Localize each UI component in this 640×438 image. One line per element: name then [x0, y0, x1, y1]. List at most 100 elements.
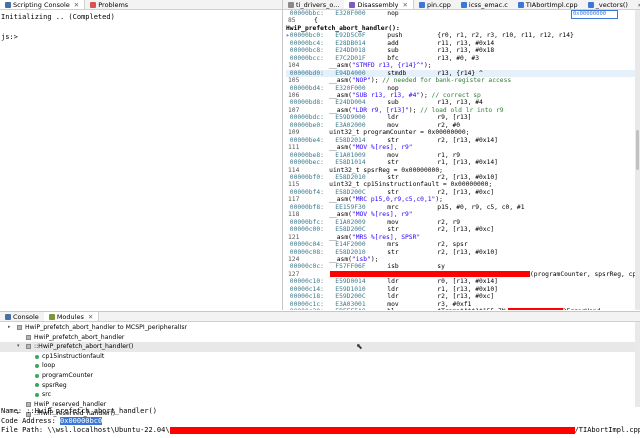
disasm-row[interactable]: 00000be0: E3A02000 mov r2, #0: [286, 122, 640, 129]
tab-scripting-console[interactable]: Scripting Console ✕: [0, 0, 86, 9]
disasm-row[interactable]: 00000c20: EBFFFFA8bl$Tramp$A$$1$155_7N 2E…: [286, 308, 640, 310]
disasm-row[interactable]: 00000bc8: E24DD018 sub r13, r13, #0x18: [286, 47, 640, 54]
disasm-row[interactable]: 115 uint32_t cp15instructionfault = 0x00…: [286, 181, 640, 188]
tab-label: Console: [13, 312, 39, 321]
disasm-row[interactable]: 00000bdc: E59D9000 ldr r9, [r13]: [286, 114, 640, 121]
operands: r2, #0: [437, 121, 461, 129]
source-string: "MRS %[res], SPSR": [351, 233, 421, 241]
disasm-row[interactable]: 00000bd4: E320F000 nop: [286, 85, 640, 92]
mnemonic: isb: [387, 263, 399, 271]
c-file-icon: [460, 1, 467, 8]
source-text-end: );: [423, 62, 432, 70]
disasm-row[interactable]: 121 __asm("MRS %[res], SPSR": [286, 234, 640, 241]
disasm-row[interactable]: 127 (programCounter, spsrReg, cp15in: [286, 270, 640, 278]
disasm-row[interactable]: 00000be4: E58D2014 str r2, [r13, #0x14]: [286, 137, 640, 144]
code-address-value[interactable]: 0x00000bc0: [60, 416, 103, 425]
disasm-row[interactable]: 00000bd0: E94D4000 stmdb r13, {r14} ^: [286, 69, 640, 78]
scrollbar-thumb[interactable]: [636, 130, 639, 170]
disasm-row[interactable]: 00000be8: E1A01009 mov r1, r9: [286, 152, 640, 159]
modules-tree[interactable]: ▸ HwiP_prefetch_abort_handler to MCSPI_pe…: [0, 322, 640, 419]
disasm-row[interactable]: 109 uint32_t programCounter = 0x00000000…: [286, 129, 640, 136]
tree-row[interactable]: HwiP_prefetch_abort_handler: [0, 333, 640, 343]
tab-problems[interactable]: Problems: [85, 0, 133, 9]
disassembly-listing[interactable]: 00000bbc: E320F000 nop 85 {HwiP_prefetch_ab…: [283, 10, 640, 310]
disasm-row[interactable]: 00000bd8: E24DD004 sub r13, r13, #4: [286, 99, 640, 106]
source-text: __asm(: [314, 106, 352, 114]
tab-ti-drivers[interactable]: ti_drivers_o...: [283, 0, 344, 9]
address-input[interactable]: 0x00000000: [571, 10, 618, 19]
disasm-row[interactable]: 118 __asm("MOV %[res], r9": [286, 211, 640, 218]
disasm-row[interactable]: 117 __asm("MRC p15,0,r9,c5,c0,1");: [286, 196, 640, 203]
disasm-row[interactable]: 00000c08: E58D2010 str r2, [r13, #0x10]: [286, 249, 640, 256]
opcode-hex: E58D2010: [335, 248, 366, 256]
tree-row[interactable]: src: [0, 390, 640, 400]
mnemonic: ldr: [387, 293, 399, 301]
expand-arrow-icon[interactable]: ▾: [17, 342, 23, 352]
disasm-row[interactable]: 00000bf8: EE159F30 mrc p15, #0, r9, c5, c0…: [286, 204, 640, 211]
disasm-row[interactable]: 00000bcc: E7C2D01F bfc r13, #0, #3: [286, 55, 640, 62]
opcode-hex: EBFFFFA8: [335, 308, 387, 310]
source-text: __asm(: [314, 144, 352, 152]
close-icon[interactable]: ✕: [74, 1, 79, 9]
disasm-row[interactable]: ▸00000bc0: E92D5C0F push {r0, r1, r2, r3, …: [286, 32, 640, 39]
close-icon[interactable]: ✕: [88, 313, 93, 321]
tab-pin-cpp[interactable]: pin.cpp: [414, 0, 456, 9]
disasm-row[interactable]: 107 __asm("LDR r9, [r13]"); // load old …: [286, 107, 640, 114]
disasm-row[interactable]: 00000c1c: E3A03001 mov r3, #0xf1: [286, 301, 640, 308]
disasm-row[interactable]: 00000c00: E58D200C str r2, [r13, #0xc]: [286, 226, 640, 233]
tree-row[interactable]: spsrReg: [0, 381, 640, 391]
console-prompt[interactable]: js:>: [1, 32, 281, 42]
disasm-row[interactable]: 104 __asm("STMFD r13, {r14}^");: [286, 62, 640, 69]
tree-row[interactable]: ▸ HwiP_prefetch_abort_handler to MCSPI_pe…: [0, 323, 640, 333]
vertical-scrollbar[interactable]: [635, 10, 640, 310]
mnemonic: nop: [387, 10, 399, 17]
tree-row[interactable]: cp15instructionfault: [0, 352, 640, 362]
close-icon[interactable]: ✕: [403, 1, 408, 9]
tree-row[interactable]: loop: [0, 361, 640, 371]
disasm-row[interactable]: 105 __asm("NOP"); // needed for bank-reg…: [286, 77, 640, 84]
tab-tiabortimpl[interactable]: TIAbortImpl.cpp: [513, 0, 583, 9]
disasm-row[interactable]: 00000c10: E59D0014 ldr r0, [r13, #0x14]: [286, 278, 640, 285]
tab-console[interactable]: Console: [0, 312, 44, 321]
disasm-row[interactable]: 00000bc4: E28DB014 add r11, r13, #0x14: [286, 40, 640, 47]
tab-icss-emac[interactable]: icss_emac.c: [456, 0, 513, 9]
tree-row[interactable]: ▾::HwiP_prefetch_abort_handler(): [0, 342, 640, 352]
tab-vectors[interactable]: _vectors(): [583, 0, 633, 9]
editor-tabbar: ti_drivers_o... Disassembly ✕ pin.cpp ics…: [283, 0, 640, 10]
disasm-row[interactable]: 00000c14: E59D1010 ldr r1, [r13, #0x10]: [286, 286, 640, 293]
tree-row[interactable]: programCounter: [0, 371, 640, 381]
opcode-hex: E59D1010: [335, 285, 366, 293]
disasm-row[interactable]: HwiP_prefetch_abort_handler():: [286, 25, 640, 32]
source-text: __asm(: [314, 211, 352, 219]
disasm-row[interactable]: 114 uint32_t spsrReg = 0x00000000;: [286, 167, 640, 174]
function-label: HwiP_prefetch_abort_handler():: [286, 24, 400, 32]
source-string: "LDR r9, [r13]": [351, 106, 409, 114]
file-path-row: File Path: \\wsl.localhost\Ubuntu-22.04\…: [1, 426, 640, 436]
code-address-label: Code Address:: [1, 416, 61, 425]
console-output[interactable]: Initializing .. (Completed) js:>: [0, 10, 282, 44]
tab-modules[interactable]: Modules ✕: [43, 312, 100, 321]
tab-disassembly[interactable]: Disassembly ✕: [344, 0, 414, 9]
opcode-hex: E59D0014: [335, 278, 366, 286]
instruction-address: 00000c04:: [289, 241, 324, 249]
disasm-row[interactable]: 00000bf0: E58D2010 str r2, [r13, #0x10]: [286, 174, 640, 181]
opcode-hex: E24DD004: [335, 99, 366, 107]
disasm-row[interactable]: 00000bf4: E58D200C str r2, [r13, #0xc]: [286, 189, 640, 196]
opcode-hex: E92D5C0F: [335, 32, 366, 40]
disasm-row[interactable]: 124 __asm("isb");: [286, 256, 640, 263]
variable-icon: [35, 383, 39, 388]
mnemonic: add: [387, 39, 399, 47]
tab-overflow[interactable]: »8: [633, 0, 640, 9]
disasm-row[interactable]: 106 __asm("SUB r13, r13, #4"); // correc…: [286, 92, 640, 99]
tree-label: src: [42, 391, 52, 399]
disasm-row[interactable]: 00000c0c: F57FF06F isb sy: [286, 263, 640, 270]
disasm-row[interactable]: 00000bec: E58D1014 str r1, [r13, #0x14]: [286, 159, 640, 166]
instruction-address: 00000bbc:: [289, 10, 324, 17]
expand-arrow-icon[interactable]: ▸: [8, 323, 14, 333]
mnemonic: str: [387, 136, 399, 144]
disasm-row[interactable]: 00000c04: E14F2000 mrs r2, spsr: [286, 241, 640, 248]
disasm-row[interactable]: 00000c18: E59D200C ldr r2, [r13, #0xc]: [286, 293, 640, 300]
disasm-row[interactable]: 00000bfc: E1A02009 mov r2, r9: [286, 219, 640, 226]
disasm-row[interactable]: 111 __asm("MOV %[res], r9": [286, 144, 640, 151]
tree-scrollbar[interactable]: [635, 322, 640, 407]
